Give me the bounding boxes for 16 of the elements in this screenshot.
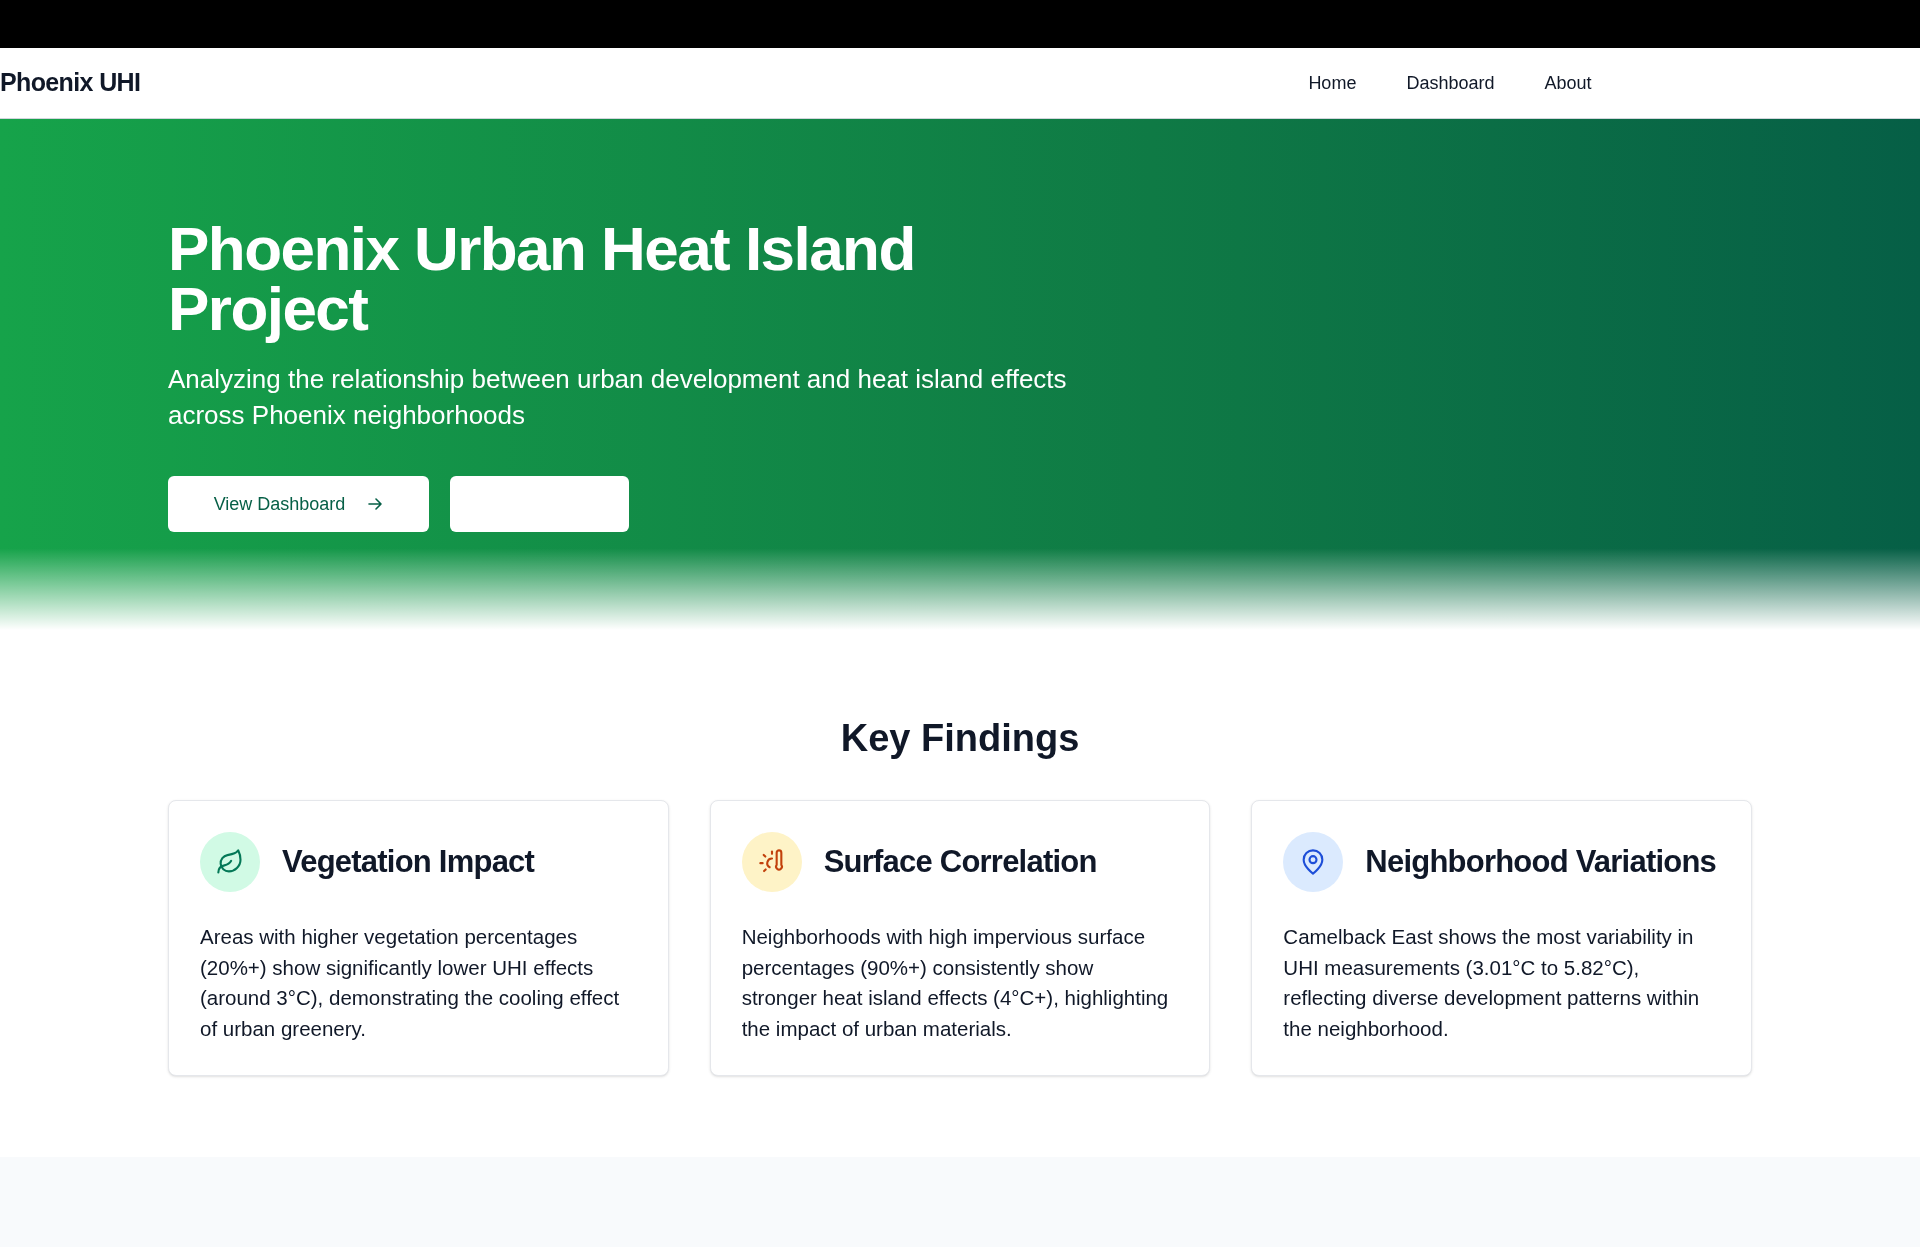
card-title: Neighborhood Variations	[1365, 842, 1717, 881]
logo-link[interactable]: Phoenix UHI	[0, 64, 141, 102]
arrow-right-icon	[367, 496, 384, 512]
section-heading: Key Findings	[839, 716, 1081, 761]
nav-link[interactable]: Home	[1308, 69, 1357, 97]
leaf-icon	[200, 832, 260, 892]
card-text: Camelback East shows the most variability in UHI measurements (3.01°C to 5.82°C), reflecting diverse development patterns within the neighborhood.	[1283, 924, 1701, 1042]
card-text: Neighborhoods with high impervious surface percentages (90%+) consistently show stronger heat island effects (4°C+), highlighting the impact of urban materials.	[741, 924, 1170, 1042]
button[interactable]	[450, 476, 629, 532]
nav-link[interactable]: About	[1544, 69, 1592, 97]
view-dashboard-button[interactable]: View Dashboard	[168, 476, 429, 532]
card-text: Areas with higher vegetation percentages (20%+) show significantly lower UHI effects (around 3°C), demonstrating the cooling effect of urban greenery.	[200, 924, 621, 1042]
card-title: Surface Correlation	[823, 842, 1097, 881]
hero-subtitle: Analyzing the relationship between urban development and heat island effects across Phoenix neighborhoods	[168, 363, 1068, 432]
nav-link[interactable]: Dashboard	[1406, 69, 1495, 97]
card-title: Vegetation Impact	[282, 842, 535, 881]
